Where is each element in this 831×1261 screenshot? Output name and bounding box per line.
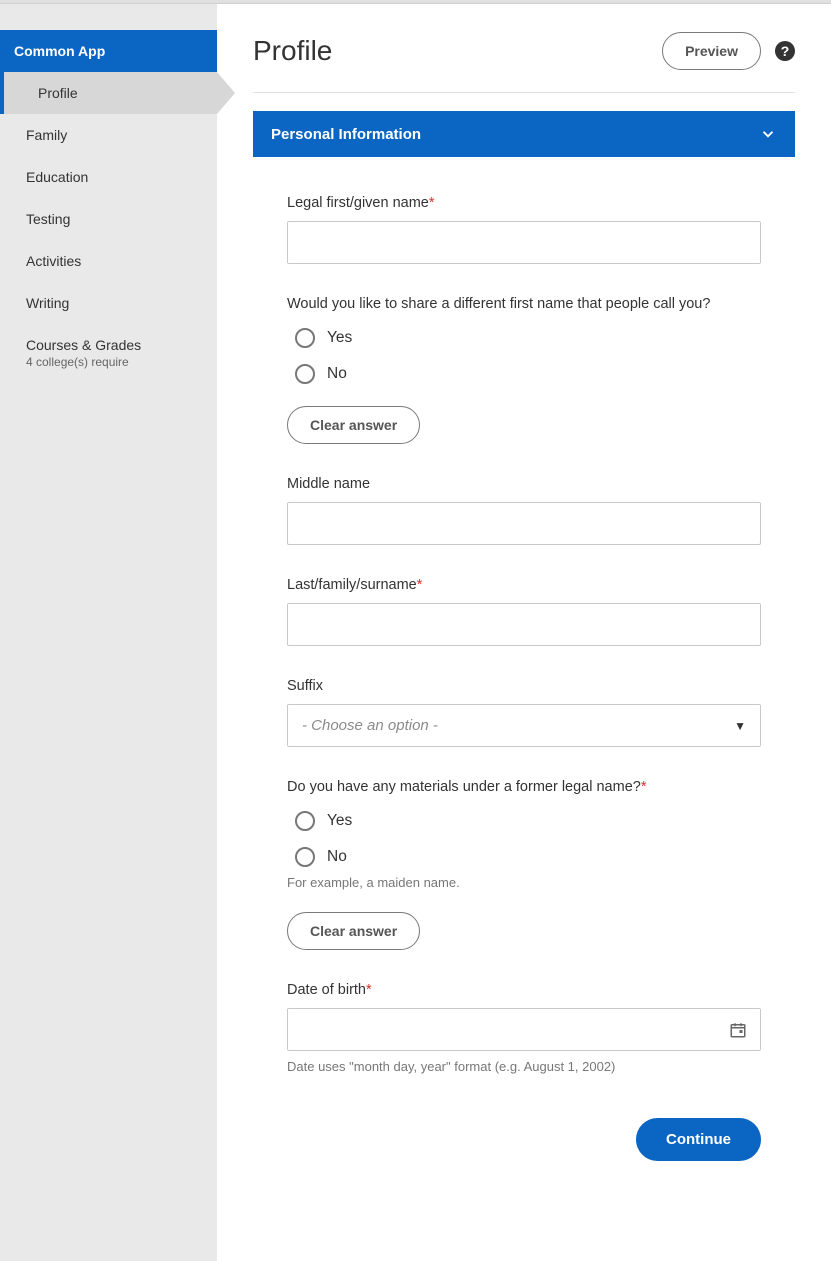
radio-label: No [327, 848, 347, 866]
label-dob: Date of birth* [287, 982, 761, 998]
sidebar-item-activities[interactable]: Activities [0, 240, 217, 282]
continue-row: Continue [287, 1118, 761, 1161]
sidebar-item-label: Profile [38, 85, 78, 101]
radio-circle-icon [295, 811, 315, 831]
sidebar-item-writing[interactable]: Writing [0, 282, 217, 324]
sidebar-item-testing[interactable]: Testing [0, 198, 217, 240]
caret-down-icon: ▼ [734, 719, 746, 733]
required-mark: * [429, 195, 435, 211]
helper-dob: Date uses "month day, year" format (e.g.… [287, 1059, 761, 1074]
label-first-name: Legal first/given name* [287, 195, 761, 211]
sidebar-item-family[interactable]: Family [0, 114, 217, 156]
field-dob: Date of birth* Date uses "month day, yea… [287, 982, 761, 1074]
radio-diff-first-yes[interactable]: Yes [295, 328, 761, 348]
input-last-name[interactable] [287, 603, 761, 646]
field-suffix: Suffix - Choose an option - ▼ [287, 678, 761, 747]
radio-circle-icon [295, 328, 315, 348]
clear-answer-button[interactable]: Clear answer [287, 406, 420, 444]
calendar-icon[interactable] [729, 1021, 747, 1039]
sidebar-item-education[interactable]: Education [0, 156, 217, 198]
label-former-name: Do you have any materials under a former… [287, 779, 761, 795]
app-title: Common App [0, 30, 217, 72]
field-first-name: Legal first/given name* [287, 195, 761, 264]
clear-answer-button[interactable]: Clear answer [287, 912, 420, 950]
radio-circle-icon [295, 847, 315, 867]
helper-former-name: For example, a maiden name. [287, 875, 761, 890]
page-header: Profile Preview ? [253, 32, 795, 93]
sidebar-item-profile[interactable]: Profile [0, 72, 217, 114]
sidebar-item-label: Courses & Grades [26, 337, 141, 353]
page-title: Profile [253, 35, 332, 67]
sidebar-item-label: Education [26, 169, 88, 185]
select-placeholder: - Choose an option - [302, 717, 438, 734]
select-suffix[interactable]: - Choose an option - ▼ [287, 704, 761, 747]
sidebar-item-label: Family [26, 127, 67, 143]
required-mark: * [641, 779, 647, 795]
field-last-name: Last/family/surname* [287, 577, 761, 646]
help-icon[interactable]: ? [775, 41, 795, 61]
sidebar-nav: Profile Family Education Testing Activit… [0, 72, 217, 382]
label-diff-first-name: Would you like to share a different firs… [287, 296, 761, 312]
section-title: Personal Information [271, 126, 421, 143]
sidebar-item-courses-grades[interactable]: Courses & Grades 4 college(s) require [0, 324, 217, 382]
main-content: Profile Preview ? Personal Information L… [217, 4, 831, 1261]
radio-label: Yes [327, 329, 352, 347]
label-suffix: Suffix [287, 678, 761, 694]
field-diff-first-name: Would you like to share a different firs… [287, 296, 761, 444]
continue-button[interactable]: Continue [636, 1118, 761, 1161]
chevron-down-icon [759, 125, 777, 143]
form-body: Legal first/given name* Would you like t… [253, 157, 795, 1171]
sidebar: Common App Profile Family Education Test… [0, 4, 217, 1261]
radio-former-yes[interactable]: Yes [295, 811, 761, 831]
radio-diff-first-no[interactable]: No [295, 364, 761, 384]
sidebar-item-label: Testing [26, 211, 70, 227]
radio-label: No [327, 365, 347, 383]
required-mark: * [366, 982, 372, 998]
required-mark: * [417, 577, 423, 593]
input-first-name[interactable] [287, 221, 761, 264]
label-last-name: Last/family/surname* [287, 577, 761, 593]
radio-circle-icon [295, 364, 315, 384]
section-header-personal-info[interactable]: Personal Information [253, 111, 795, 157]
label-middle-name: Middle name [287, 476, 761, 492]
radio-label: Yes [327, 812, 352, 830]
field-former-name: Do you have any materials under a former… [287, 779, 761, 950]
radio-former-no[interactable]: No [295, 847, 761, 867]
sidebar-item-subtext: 4 college(s) require [26, 355, 191, 369]
field-middle-name: Middle name [287, 476, 761, 545]
header-actions: Preview ? [662, 32, 795, 70]
input-middle-name[interactable] [287, 502, 761, 545]
preview-button[interactable]: Preview [662, 32, 761, 70]
input-dob[interactable] [287, 1008, 761, 1051]
sidebar-item-label: Writing [26, 295, 69, 311]
sidebar-item-label: Activities [26, 253, 81, 269]
